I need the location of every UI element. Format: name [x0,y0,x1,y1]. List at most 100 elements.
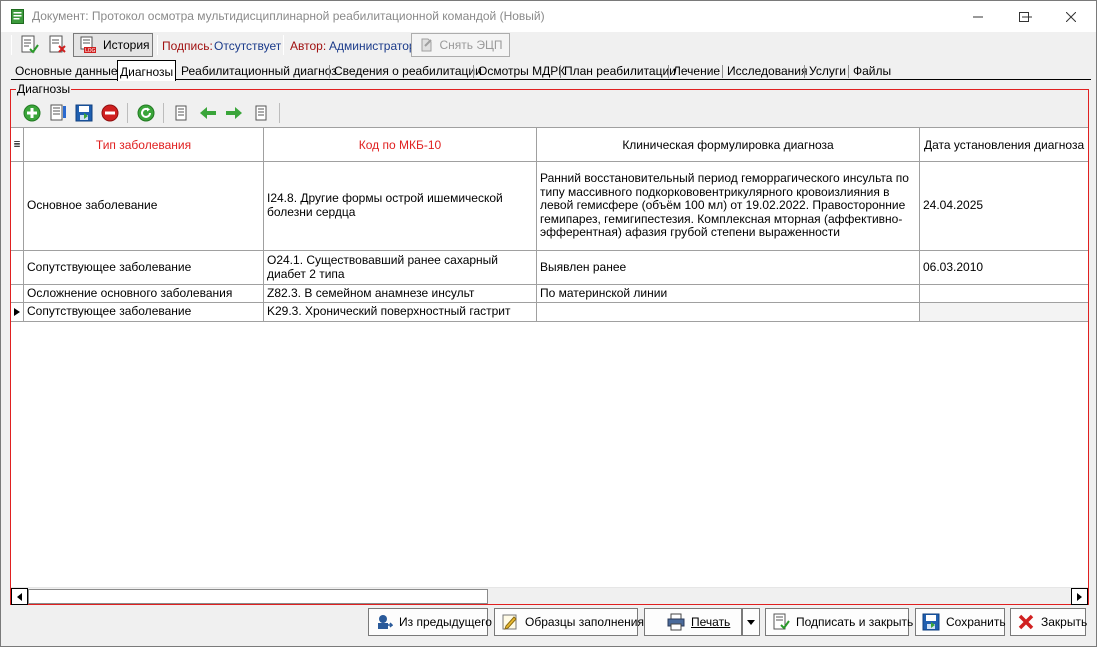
cell-type[interactable]: Основное заболевание [24,162,264,251]
save-icon [922,613,940,631]
sign-and-close-icon [773,613,790,630]
column-header-formulation[interactable]: Клиническая формулировка диагноза [537,128,920,162]
diagnoses-group-title: Диагнозы [16,82,72,96]
remove-signature-button[interactable]: Снять ЭЦП [411,33,510,57]
save-icon[interactable] [75,104,93,122]
scrollbar-thumb[interactable] [28,589,488,604]
row-header[interactable] [11,285,24,303]
add-icon[interactable] [23,104,41,122]
tab-strip: Основные данные Диагнозы Реабилитационны… [11,60,1091,81]
close-icon [1066,11,1076,22]
cancel-document-button[interactable] [45,33,71,57]
sign-document-button[interactable] [17,33,43,57]
row-header[interactable] [11,251,24,285]
arrow-left-icon[interactable] [199,104,217,122]
cell-formulation[interactable]: Выявлен ранее [537,251,920,285]
chevron-down-icon [747,619,755,625]
close-window-button[interactable] [1048,1,1094,32]
horizontal-scrollbar[interactable] [11,587,1088,605]
current-row-arrow-icon [14,308,20,316]
cell-code[interactable]: K29.3. Хронический поверхностный гастрит [264,303,537,322]
templates-label: Образцы заполнения [525,615,644,629]
close-label: Закрыть [1041,615,1088,629]
cell-type[interactable]: Осложнение основного заболевания [24,285,264,303]
close-red-icon [1018,614,1034,630]
row-header[interactable] [11,162,24,251]
from-previous-label: Из предыдущего [399,615,492,629]
cell-formulation[interactable] [537,303,920,322]
tab-main-data[interactable]: Основные данные [13,63,120,80]
tab-treatment[interactable]: Лечение [671,63,722,80]
cell-type[interactable]: Сопутствующее заболевание [24,251,264,285]
cell-code[interactable]: Z82.3. В семейном анамнезе инсульт [264,285,537,303]
window-title: Документ: Протокол осмотра мультидисципл… [32,9,545,23]
print-dropdown-button[interactable] [742,608,760,636]
tab-mdrk-exams[interactable]: Осмотры МДРК [476,63,567,80]
edit-document-icon[interactable] [49,104,67,122]
column-header-type[interactable]: Тип заболевания [24,128,264,162]
scroll-right-icon [1077,592,1082,601]
print-button[interactable]: Печать [644,608,742,636]
cell-code[interactable]: I24.8. Другие формы острой ишемической б… [264,162,537,251]
print-label: Печать [691,615,731,629]
cell-formulation[interactable]: По материнской линии [537,285,920,303]
scroll-right-button[interactable] [1071,588,1088,605]
history-log-icon: LOG [80,36,96,54]
minimize-icon [973,16,983,17]
cell-date[interactable] [920,285,1088,303]
save-label: Сохранить [946,615,1006,629]
tab-research[interactable]: Исследования [725,63,809,80]
cell-date[interactable]: 24.04.2025 [920,162,1088,251]
cell-formulation[interactable]: Ранний восстановительный период геморраг… [537,162,920,251]
document-app-icon [11,9,24,24]
sign-document-icon [21,35,39,54]
tab-rehab-diagnosis[interactable]: Реабилитационный диагноз [179,63,339,80]
maximize-button[interactable] [1001,1,1047,32]
cell-code[interactable]: O24.1. Существовавший ранее сахарный диа… [264,251,537,285]
save-button[interactable]: Сохранить [915,608,1006,636]
delete-icon[interactable] [101,104,119,122]
from-previous-button[interactable]: Из предыдущего [368,608,492,636]
scroll-left-button[interactable] [11,588,28,605]
cell-date[interactable]: 06.03.2010 [920,251,1088,285]
signature-label: Подпись: [162,39,213,53]
document-toolbar: LOG История Подпись: Отсутствует Автор: … [1,32,1096,60]
history-label: История [103,38,150,52]
refresh-icon[interactable] [137,104,155,122]
cell-type[interactable]: Сопутствующее заболевание [24,303,264,322]
maximize-icon [1019,11,1029,22]
tab-services[interactable]: Услуги [807,63,848,80]
minimize-button-alt[interactable] [955,1,1001,32]
tab-files[interactable]: Файлы [851,63,893,80]
column-header-date[interactable]: Дата установления диагноза [920,128,1088,162]
copy-previous-icon [378,615,393,629]
remove-signature-label: Снять ЭЦП [439,38,503,52]
svg-text:LOG: LOG [85,48,96,54]
author-label: Автор: [290,39,327,53]
column-header-code[interactable]: Код по МКБ-10 [264,128,537,162]
signature-status: Отсутствует [214,39,282,53]
cell-date[interactable] [920,303,1088,322]
tab-rehab-info[interactable]: Сведения о реабилитации [332,63,484,80]
main-window: Документ: Протокол осмотра мультидисципл… [0,0,1097,647]
tab-diagnoses[interactable]: Диагнозы [117,60,177,81]
row-header-current[interactable] [11,303,24,322]
author-name: Администратор [329,39,416,53]
grid-menu-icon[interactable]: ≣ [11,128,24,162]
grid-toolbar [15,100,315,126]
sign-and-close-button[interactable]: Подписать и закрыть [765,608,913,636]
sign-and-close-label: Подписать и закрыть [796,615,914,629]
move-first-icon[interactable] [173,104,191,122]
tab-rehab-plan[interactable]: План реабилитации [562,63,678,80]
scroll-left-icon [17,592,22,601]
cancel-document-icon [49,35,66,53]
history-button[interactable]: LOG История [73,33,153,57]
templates-icon [502,614,517,630]
move-last-icon[interactable] [253,104,271,122]
close-button[interactable]: Закрыть [1010,608,1088,636]
printer-icon [667,613,685,631]
templates-button[interactable]: Образцы заполнения [494,608,644,636]
diagnoses-grid: ≣ Тип заболевания Код по МКБ-10 Клиничес… [11,127,1088,587]
title-bar: Документ: Протокол осмотра мультидисципл… [1,1,1096,32]
arrow-right-icon[interactable] [225,104,243,122]
